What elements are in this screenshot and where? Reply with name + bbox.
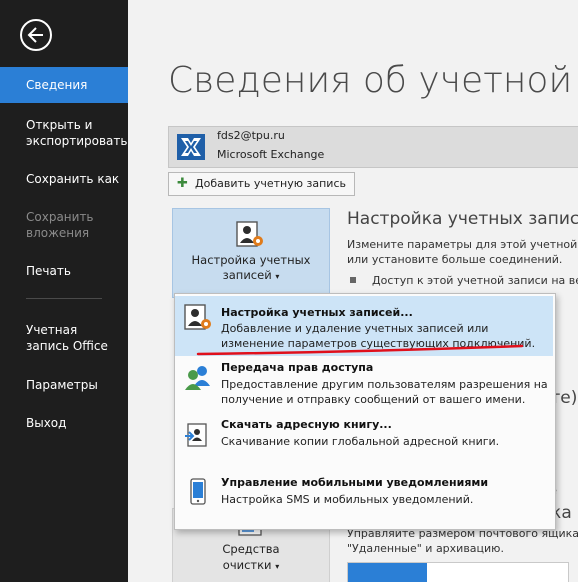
bullet-text: Доступ к этой учетной записи на веб- [372,274,578,287]
address-book-icon [185,423,207,447]
page-title: Сведения об учетной за [168,60,578,101]
menu-item-delegate-access[interactable]: Передача прав доступа Предоставление дру… [175,356,553,414]
mobile-phone-icon [190,478,206,505]
tile-label: Настройка учетных [191,253,311,267]
section-description-line2: или установите больше соединений. [347,253,563,266]
tile-label-line2: записей ▾ [222,268,280,282]
account-settings-icon [184,304,211,330]
bullet-icon [350,277,356,283]
nav-info[interactable]: Сведения [0,67,128,103]
menu-item-title: Настройка учетных записей... [221,306,413,319]
menu-item-description-line2: изменение параметров существующих подклю… [221,337,536,350]
menu-item-description-line2: получение и отправку сообщений от вашего… [221,393,526,406]
menu-item-description: Предоставление другим пользователям разр… [221,378,548,391]
account-settings-tile[interactable]: Настройка учетных записей ▾ [172,208,330,298]
menu-item-description: Скачивание копии глобальной адресной кни… [221,435,500,448]
add-account-button[interactable]: ✚ Добавить учетную запись [168,172,355,196]
menu-item-mobile-notifications[interactable]: Управление мобильными уведомлениями Наст… [175,472,553,526]
cleanup-label: Средства [222,542,280,556]
nav-print[interactable]: Печать [0,263,128,279]
backstage-sidebar: Сведения Открыть и экспортировать Сохран… [0,0,128,582]
exchange-icon [177,134,205,160]
menu-item-title: Управление мобильными уведомлениями [221,476,489,489]
chevron-down-icon: ▾ [275,272,280,281]
nav-divider [26,298,102,299]
mailbox-size-fill [348,563,428,582]
section-description: Измените параметры для этой учетной за [347,238,578,251]
nav-save-attachments: Сохранить вложения [26,210,94,240]
cleanup-description-line2: "Удаленные" и архивацию. [347,542,504,555]
back-arrow-icon [27,27,43,43]
account-settings-menu: Настройка учетных записей... Добавление … [174,293,556,530]
menu-item-title: Скачать адресную книгу... [221,418,392,431]
menu-item-account-settings[interactable]: Настройка учетных записей... Добавление … [175,296,553,356]
menu-item-download-address-book[interactable]: Скачать адресную книгу... Скачивание коп… [175,414,553,472]
menu-item-title: Передача прав доступа [221,361,374,374]
plus-icon: ✚ [177,176,188,191]
account-email: fds2@tpu.ru [217,129,285,142]
section-title: Настройка учетных записей [347,209,578,229]
account-type: Microsoft Exchange [217,148,325,161]
menu-item-description: Настройка SMS и мобильных уведомлений. [221,493,474,506]
cleanup-label-line2: очистки ▾ [222,558,280,572]
back-button[interactable] [20,19,52,51]
nav-open-export[interactable]: Открыть и экспортировать [0,117,128,151]
nav-exit[interactable]: Выход [0,415,128,431]
delegate-users-icon [185,366,210,390]
nav-save-as[interactable]: Сохранить как [0,171,128,187]
account-selector[interactable]: fds2@tpu.ru Microsoft Exchange [168,126,578,168]
mailbox-size-bar [347,562,569,582]
nav-office-account[interactable]: Учетная запись Office [0,322,128,354]
account-settings-icon [236,221,263,247]
chevron-down-icon: ▾ [275,562,280,571]
nav-options[interactable]: Параметры [0,377,128,393]
menu-item-description: Добавление и удаление учетных записей ил… [221,322,489,335]
